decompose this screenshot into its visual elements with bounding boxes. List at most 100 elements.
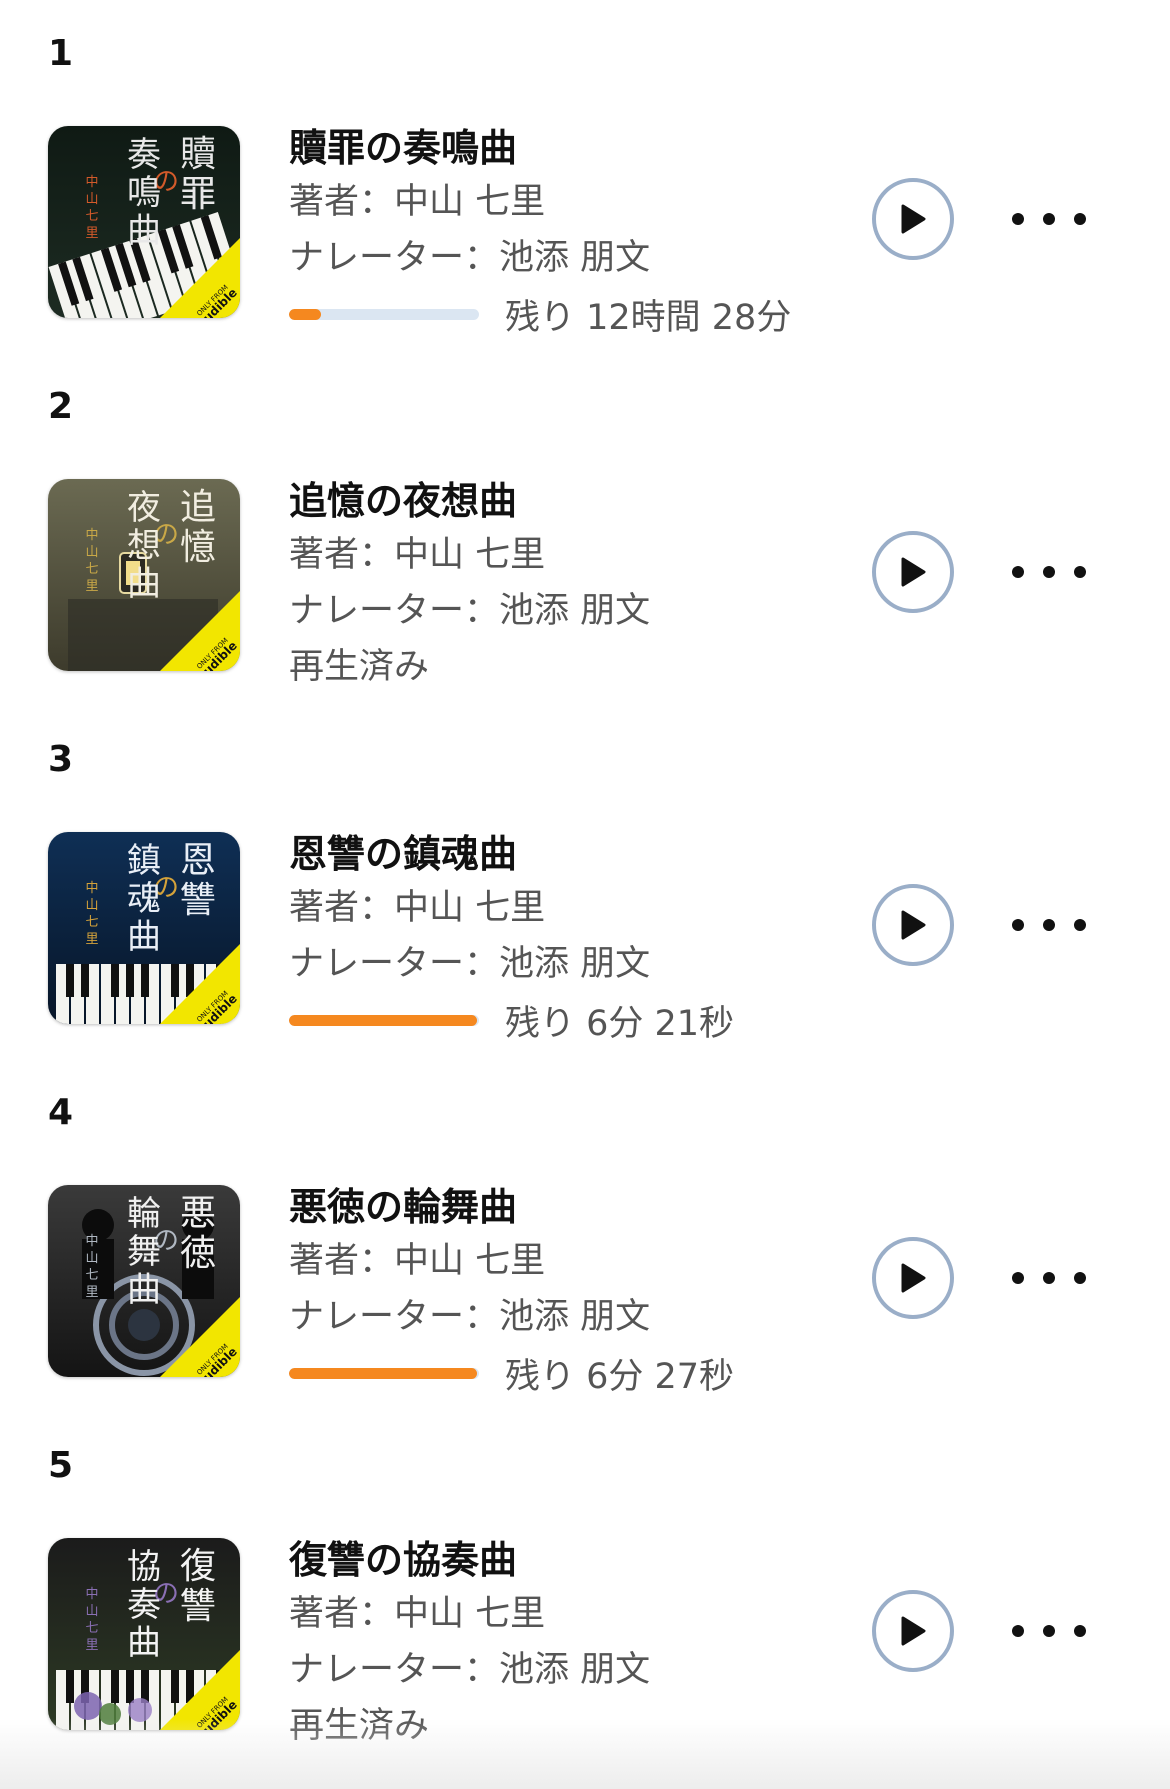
svg-text:中: 中 xyxy=(85,528,98,543)
svg-text:山: 山 xyxy=(85,545,98,560)
progress-row: 残り 6分 21秒 xyxy=(289,992,849,1048)
svg-text:七: 七 xyxy=(85,209,98,224)
book-info[interactable]: 悪徳の輪舞曲 著者：中山 七里 ナレーター：池添 朋文 残り 6分 27秒 xyxy=(289,1181,849,1401)
progress-bar xyxy=(289,308,479,320)
progress-row: 残り 6分 27秒 xyxy=(289,1345,849,1401)
book-info[interactable]: 贖罪の奏鳴曲 著者：中山 七里 ナレーター：池添 朋文 残り 12時間 28分 xyxy=(289,122,849,342)
narrator-label: ナレーター： xyxy=(289,591,500,631)
series-number: 1 xyxy=(48,33,74,74)
svg-text:山: 山 xyxy=(85,192,98,207)
author-label: 著者： xyxy=(289,182,395,222)
svg-text:想: 想 xyxy=(127,526,161,566)
narrator-name: 池添 朋文 xyxy=(499,944,651,984)
play-button[interactable] xyxy=(872,531,954,613)
time-remaining: 残り 12時間 28分 xyxy=(505,297,792,338)
svg-text:七: 七 xyxy=(85,562,98,577)
narrator-label: ナレーター： xyxy=(289,1650,500,1690)
more-options-button[interactable] xyxy=(1012,904,1086,946)
author-name: 中山 七里 xyxy=(394,535,546,575)
progress-bar xyxy=(289,1367,479,1379)
narrator-name: 池添 朋文 xyxy=(499,591,651,631)
author-name: 中山 七里 xyxy=(394,888,546,928)
piano-keys-cover-art[interactable]: 恩讐 の 鎮魂曲 中山七里 ONLY FROM audible xyxy=(48,832,240,1024)
author-label: 著者： xyxy=(289,888,395,928)
svg-text:輪: 輪 xyxy=(127,1194,161,1234)
progress-row: 残り 12時間 28分 xyxy=(289,286,849,342)
book-title[interactable]: 悪徳の輪舞曲 xyxy=(289,1181,849,1233)
more-dot xyxy=(1012,213,1024,225)
narrator-label: ナレーター： xyxy=(289,238,500,278)
book-info[interactable]: 復讐の協奏曲 著者：中山 七里 ナレーター：池添 朋文 再生済み xyxy=(289,1534,849,1754)
svg-text:憶: 憶 xyxy=(180,527,216,568)
book-info[interactable]: 恩讐の鎮魂曲 著者：中山 七里 ナレーター：池添 朋文 残り 6分 21秒 xyxy=(289,828,849,1048)
list-item[interactable]: 5 復讐 の 協奏曲 中山七里 ONLY FROM audible 復讐の協奏曲… xyxy=(0,1412,1170,1765)
svg-text:協: 協 xyxy=(127,1547,161,1587)
narrator-line: ナレーター：池添 朋文 xyxy=(289,1642,849,1698)
list-item[interactable]: 2 追憶 の 夜想曲 中山七里 ONLY FROM audible 追憶の夜想曲… xyxy=(0,353,1170,706)
author-name: 中山 七里 xyxy=(394,1594,546,1634)
svg-text:魂: 魂 xyxy=(127,879,161,919)
svg-text:七: 七 xyxy=(85,1268,98,1283)
finished-status: 再生済み xyxy=(289,647,430,687)
svg-text:曲: 曲 xyxy=(127,211,161,251)
play-icon xyxy=(901,910,926,940)
svg-text:舞: 舞 xyxy=(127,1232,161,1272)
svg-text:里: 里 xyxy=(85,579,98,594)
list-item[interactable]: 3 恩讐 の 鎮魂曲 中山七里 ONLY FROM audible 恩讐の鎮魂曲… xyxy=(0,706,1170,1059)
play-button[interactable] xyxy=(872,1237,954,1319)
narrator-name: 池添 朋文 xyxy=(499,1650,651,1690)
play-button[interactable] xyxy=(872,1590,954,1672)
svg-text:奏: 奏 xyxy=(127,135,161,175)
series-number: 5 xyxy=(48,1445,74,1486)
svg-text:中: 中 xyxy=(85,175,98,190)
svg-text:里: 里 xyxy=(85,226,98,241)
svg-text:復: 復 xyxy=(180,1546,216,1587)
more-options-button[interactable] xyxy=(1012,198,1086,240)
list-item[interactable]: 4 悪徳 の 輪舞曲 中山七里 ONLY FROM audible 悪徳の輪舞曲… xyxy=(0,1059,1170,1412)
narrator-line: ナレーター：池添 朋文 xyxy=(289,936,849,992)
svg-text:中: 中 xyxy=(85,1587,98,1602)
play-button[interactable] xyxy=(872,178,954,260)
svg-text:悪: 悪 xyxy=(180,1193,216,1234)
silhouette-cover-art[interactable]: 悪徳 の 輪舞曲 中山七里 ONLY FROM audible xyxy=(48,1185,240,1377)
book-title[interactable]: 追憶の夜想曲 xyxy=(289,475,849,527)
more-dot xyxy=(1074,213,1086,225)
more-dot xyxy=(1043,1625,1055,1637)
play-button[interactable] xyxy=(872,884,954,966)
progress-bar xyxy=(289,1014,479,1026)
svg-text:山: 山 xyxy=(85,898,98,913)
piano-cover-art[interactable]: 贖罪 の 奏鳴曲 中山七里 ONLY FROM audible xyxy=(48,126,240,318)
svg-text:中: 中 xyxy=(85,1234,98,1249)
time-remaining: 残り 6分 21秒 xyxy=(505,1003,735,1044)
narrator-line: ナレーター：池添 朋文 xyxy=(289,230,849,286)
svg-text:七: 七 xyxy=(85,915,98,930)
finished-status: 再生済み xyxy=(289,1706,430,1746)
narrator-label: ナレーター： xyxy=(289,1297,500,1337)
flowers-piano-cover-art[interactable]: 復讐 の 協奏曲 中山七里 ONLY FROM audible xyxy=(48,1538,240,1730)
more-dot xyxy=(1074,566,1086,578)
svg-text:讐: 讐 xyxy=(180,880,216,921)
svg-text:罪: 罪 xyxy=(180,174,216,215)
more-dot xyxy=(1074,1625,1086,1637)
author-label: 著者： xyxy=(289,1241,395,1281)
more-dot xyxy=(1012,566,1024,578)
lantern-cover-art[interactable]: 追憶 の 夜想曲 中山七里 ONLY FROM audible xyxy=(48,479,240,671)
more-options-button[interactable] xyxy=(1012,1257,1086,1299)
svg-text:鎮: 鎮 xyxy=(127,841,161,881)
more-options-button[interactable] xyxy=(1012,551,1086,593)
more-dot xyxy=(1012,1625,1024,1637)
more-options-button[interactable] xyxy=(1012,1610,1086,1652)
svg-text:中: 中 xyxy=(85,881,98,896)
book-title[interactable]: 恩讐の鎮魂曲 xyxy=(289,828,849,880)
series-number: 2 xyxy=(48,386,74,427)
narrator-name: 池添 朋文 xyxy=(499,238,651,278)
book-title[interactable]: 贖罪の奏鳴曲 xyxy=(289,122,849,174)
author-name: 中山 七里 xyxy=(394,182,546,222)
play-icon xyxy=(901,204,926,234)
svg-text:曲: 曲 xyxy=(127,917,161,957)
narrator-label: ナレーター： xyxy=(289,944,500,984)
book-info[interactable]: 追憶の夜想曲 著者：中山 七里 ナレーター：池添 朋文 再生済み xyxy=(289,475,849,695)
more-dot xyxy=(1043,1272,1055,1284)
list-item[interactable]: 1 贖罪 の 奏鳴曲 中山七里 ONLY FROM audible 贖罪の奏鳴曲… xyxy=(0,0,1170,353)
book-title[interactable]: 復讐の協奏曲 xyxy=(289,1534,849,1586)
